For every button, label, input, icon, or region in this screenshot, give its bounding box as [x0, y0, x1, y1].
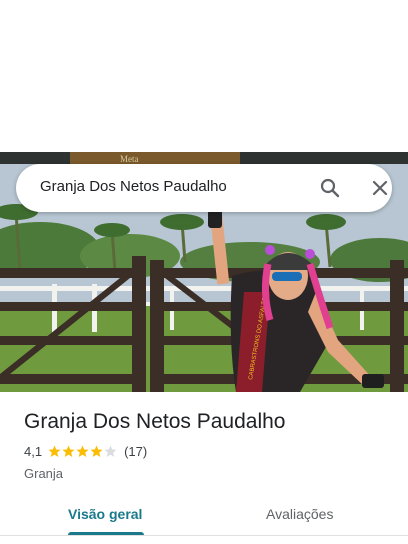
rating-row[interactable]: 4,1 (17) — [24, 444, 147, 459]
search-icon[interactable] — [318, 176, 342, 200]
close-icon[interactable] — [368, 176, 392, 200]
tab-divider — [0, 535, 408, 536]
tab-overview[interactable]: Visão geral — [68, 506, 142, 522]
tab-reviews[interactable]: Avaliações — [266, 506, 333, 522]
star-icon — [62, 445, 75, 457]
banner-text: Meta — [120, 154, 139, 164]
search-query[interactable]: Granja Dos Netos Paudalho — [40, 178, 227, 195]
star-icon — [48, 445, 61, 457]
place-category[interactable]: Granja — [24, 466, 63, 481]
star-icon — [90, 445, 103, 457]
star-icon — [76, 445, 89, 457]
rating-stars — [48, 445, 118, 458]
search-bar[interactable]: Granja Dos Netos Paudalho — [16, 164, 392, 212]
review-count[interactable]: (17) — [124, 444, 147, 459]
rating-value: 4,1 — [24, 444, 43, 459]
star-icon — [104, 445, 117, 457]
place-title: Granja Dos Netos Paudalho — [24, 410, 286, 433]
